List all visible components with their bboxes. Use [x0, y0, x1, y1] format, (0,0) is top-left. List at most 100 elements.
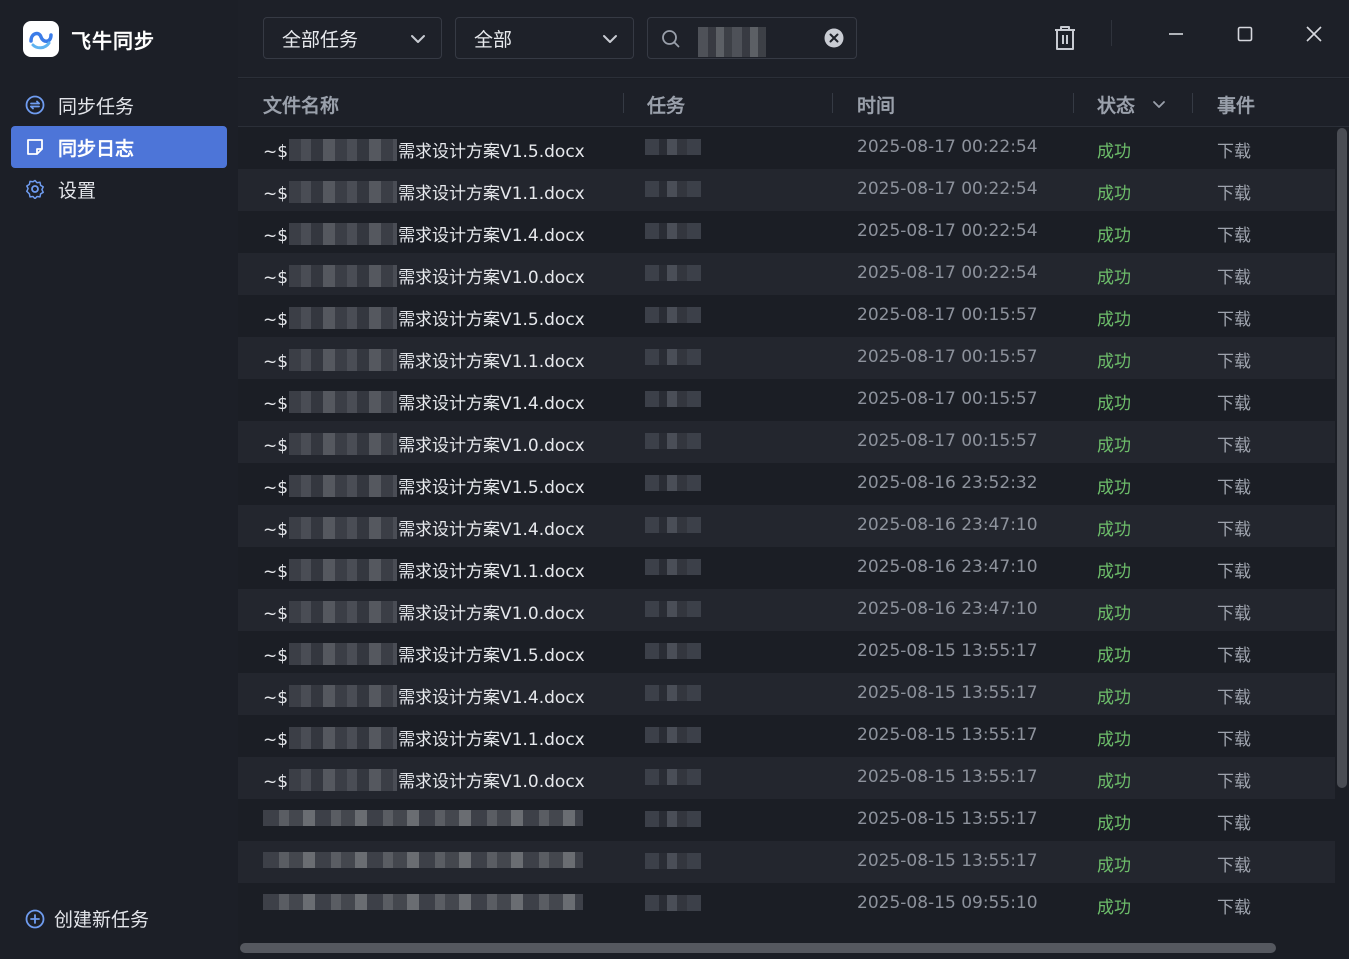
table-row[interactable]: ~$ 需求设计方案V1.4.docx 2025-08-17 00:15:57 成功 下载	[238, 379, 1335, 421]
file-name-cell: ~$ 需求设计方案V1.0.docx	[263, 767, 585, 792]
time-cell: 2025-08-17 00:22:54	[857, 137, 1038, 157]
search-input[interactable]	[696, 26, 816, 50]
event-cell: 下载	[1217, 562, 1251, 582]
status-filter-select[interactable]: 全部	[455, 17, 634, 59]
file-name-cell: ~$ 需求设计方案V1.4.docx	[263, 683, 585, 708]
redacted-file-name	[289, 181, 398, 203]
file-prefix: ~$	[263, 352, 289, 372]
task-filter-select[interactable]: 全部任务	[263, 17, 442, 59]
time-cell: 2025-08-15 13:55:17	[857, 767, 1038, 787]
file-prefix: ~$	[263, 604, 289, 624]
file-prefix: ~$	[263, 478, 289, 498]
event-cell: 下载	[1217, 226, 1251, 246]
table-row[interactable]: ~$ 需求设计方案V1.0.docx 2025-08-16 23:47:10 成功 下载	[238, 589, 1335, 631]
close-button[interactable]	[1299, 20, 1329, 48]
status-cell: 成功	[1097, 268, 1131, 288]
redacted-file-name	[289, 643, 398, 665]
time-cell: 2025-08-17 00:15:57	[857, 347, 1038, 367]
table-row[interactable]: ~$ 需求设计方案V1.4.docx 2025-08-16 23:47:10 成功 下载	[238, 505, 1335, 547]
table-header: 文件名称 任务 时间 状态 事件	[238, 79, 1349, 127]
file-name-cell: ~$ 需求设计方案V1.0.docx	[263, 431, 585, 456]
time-cell: 2025-08-16 23:52:32	[857, 473, 1038, 493]
create-task-button[interactable]: 创建新任务	[24, 905, 149, 932]
sidebar: 飞牛同步 同步任务 同步日志 设置 创建新任务	[0, 0, 238, 959]
create-task-label: 创建新任务	[54, 909, 150, 931]
event-cell: 下载	[1217, 352, 1251, 372]
status-cell: 成功	[1097, 856, 1131, 876]
file-name: 需求设计方案V1.1.docx	[398, 184, 585, 204]
table-row[interactable]: ~$ 需求设计方案V1.0.docx 2025-08-15 13:55:17 成功 下载	[238, 757, 1335, 799]
column-header-status[interactable]: 状态	[1097, 91, 1166, 118]
file-prefix: ~$	[263, 436, 289, 456]
redacted-task-name	[645, 307, 701, 323]
file-prefix: ~$	[263, 142, 289, 162]
status-cell: 成功	[1097, 814, 1131, 834]
file-name-cell: ~$ 需求设计方案V1.5.docx	[263, 473, 585, 498]
event-cell: 下载	[1217, 898, 1251, 918]
redacted-file-name	[289, 433, 398, 455]
event-cell: 下载	[1217, 436, 1251, 456]
gear-icon	[24, 178, 46, 200]
table-row[interactable]: 2025-08-15 09:55:10 成功 下载	[238, 883, 1335, 925]
sidebar-item-sync-log[interactable]: 同步日志	[11, 126, 227, 168]
table-row[interactable]: 2025-08-15 13:55:17 成功 下载	[238, 841, 1335, 883]
sidebar-item-sync-tasks[interactable]: 同步任务	[11, 84, 227, 126]
table-row[interactable]: ~$ 需求设计方案V1.4.docx 2025-08-15 13:55:17 成功 下载	[238, 673, 1335, 715]
sidebar-item-settings[interactable]: 设置	[11, 168, 227, 210]
table-row[interactable]: ~$ 需求设计方案V1.0.docx 2025-08-17 00:22:54 成功 下载	[238, 253, 1335, 295]
file-prefix: ~$	[263, 730, 289, 750]
redacted-task-name	[645, 727, 701, 743]
status-cell: 成功	[1097, 688, 1131, 708]
status-cell: 成功	[1097, 646, 1131, 666]
table-row[interactable]: ~$ 需求设计方案V1.5.docx 2025-08-15 13:55:17 成功 下载	[238, 631, 1335, 673]
redacted-file-name	[289, 391, 398, 413]
table-row[interactable]: ~$ 需求设计方案V1.0.docx 2025-08-17 00:15:57 成功 下载	[238, 421, 1335, 463]
redacted-file-name	[289, 517, 398, 539]
file-name-cell: ~$ 需求设计方案V1.1.docx	[263, 725, 585, 750]
event-cell: 下载	[1217, 520, 1251, 540]
table-row[interactable]: ~$ 需求设计方案V1.5.docx 2025-08-17 00:15:57 成功 下载	[238, 295, 1335, 337]
column-header-task[interactable]: 任务	[647, 91, 685, 118]
redacted-task-name	[645, 433, 701, 449]
file-name: 需求设计方案V1.4.docx	[398, 394, 585, 414]
table-row[interactable]: ~$ 需求设计方案V1.5.docx 2025-08-17 00:22:54 成功 下载	[238, 127, 1335, 169]
status-cell: 成功	[1097, 352, 1131, 372]
search-box	[647, 17, 857, 59]
minimize-button[interactable]	[1161, 20, 1191, 48]
horizontal-scrollbar[interactable]	[240, 943, 1276, 953]
file-name-cell: ~$ 需求设计方案V1.5.docx	[263, 641, 585, 666]
redacted-task-name	[645, 517, 701, 533]
column-header-time[interactable]: 时间	[857, 91, 895, 118]
trash-icon[interactable]	[1053, 25, 1077, 55]
column-header-event[interactable]: 事件	[1217, 91, 1255, 118]
sidebar-item-label: 同步任务	[58, 95, 135, 118]
app-logo-icon	[23, 21, 59, 57]
file-name-cell	[263, 893, 583, 913]
file-name-cell: ~$ 需求设计方案V1.4.docx	[263, 389, 585, 414]
redacted-task-name	[645, 601, 701, 617]
table-row[interactable]: ~$ 需求设计方案V1.1.docx 2025-08-15 13:55:17 成功 下载	[238, 715, 1335, 757]
file-name: 需求设计方案V1.4.docx	[398, 688, 585, 708]
column-divider	[1192, 93, 1193, 113]
table-row[interactable]: ~$ 需求设计方案V1.1.docx 2025-08-17 00:22:54 成功 下载	[238, 169, 1335, 211]
file-name: 需求设计方案V1.0.docx	[398, 268, 585, 288]
table-row[interactable]: ~$ 需求设计方案V1.4.docx 2025-08-17 00:22:54 成功 下载	[238, 211, 1335, 253]
table-row[interactable]: ~$ 需求设计方案V1.1.docx 2025-08-17 00:15:57 成功 下载	[238, 337, 1335, 379]
clear-search-icon[interactable]	[824, 28, 844, 52]
vertical-scrollbar[interactable]	[1337, 128, 1347, 788]
redacted-task-name	[645, 349, 701, 365]
minimize-icon	[1169, 33, 1183, 35]
table-row[interactable]: 2025-08-15 13:55:17 成功 下载	[238, 799, 1335, 841]
file-name-cell: ~$ 需求设计方案V1.1.docx	[263, 557, 585, 582]
maximize-button[interactable]	[1230, 20, 1260, 48]
column-divider	[623, 93, 624, 113]
sidebar-item-label: 设置	[58, 179, 97, 202]
column-header-file[interactable]: 文件名称	[263, 91, 339, 118]
redacted-task-name	[645, 223, 701, 239]
status-cell: 成功	[1097, 898, 1131, 918]
file-prefix: ~$	[263, 226, 289, 246]
table-row[interactable]: ~$ 需求设计方案V1.1.docx 2025-08-16 23:47:10 成功 下载	[238, 547, 1335, 589]
file-name: 需求设计方案V1.5.docx	[398, 142, 585, 162]
redacted-task-name	[645, 895, 701, 911]
table-row[interactable]: ~$ 需求设计方案V1.5.docx 2025-08-16 23:52:32 成功 下载	[238, 463, 1335, 505]
